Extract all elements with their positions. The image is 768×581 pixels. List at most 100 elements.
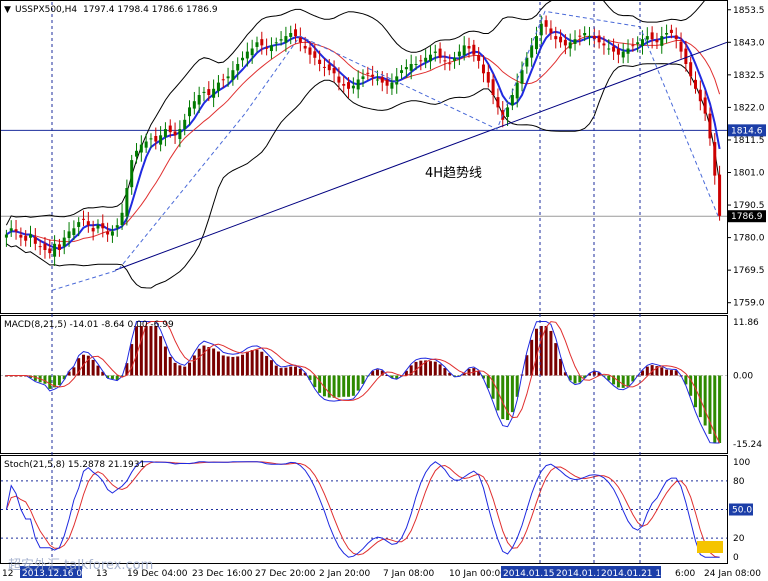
macd-histogram-bar [621,375,625,388]
candle-body [356,79,360,90]
candle-body [530,45,534,58]
trendline [115,41,728,271]
candle-body [583,33,587,36]
candle-body [284,36,288,43]
symbol-label: USSPX500,H4 [15,5,77,15]
candle-body [82,218,86,220]
macd-histogram-bar [91,359,95,376]
candle-body [718,174,722,216]
macd-tick-label: 11.86 [733,318,759,328]
candle-body [57,244,61,250]
candle-body [477,55,481,61]
candle-body [101,223,105,229]
macd-histogram-bar [645,366,649,376]
macd-histogram-bar [279,368,283,376]
chart-svg: 1853.5 1843.0 1832.5 1822.0 1811.5 1801.0 1790… [0,0,766,579]
macd-histogram-bar [236,356,240,376]
macd-histogram-bar [183,366,187,376]
stoch-tick-label: 0 [733,553,739,563]
macd-histogram-bar [274,365,278,376]
candle-body [289,33,293,37]
macd-histogram-bar [188,362,192,376]
candle-body [626,48,630,54]
candle-body [197,95,201,105]
time-axis-label: 6:00 [675,569,695,579]
candle-body [496,97,500,108]
candle-body [347,82,351,89]
candle-body [163,129,167,137]
macd-histogram-bar [202,345,206,376]
candle-body [390,82,394,89]
macd-histogram-bar [241,354,245,376]
macd-histogram-bar [260,351,264,376]
macd-histogram-bar [265,355,269,376]
chart-root: 1853.5 1843.0 1832.5 1822.0 1811.5 1801.0 1790… [0,0,768,581]
macd-histogram-bar [347,375,351,397]
candle-body [149,138,153,140]
red-moving-average-line [6,35,721,243]
candle-body [400,70,404,73]
candle-body [409,64,413,71]
candle-body [77,222,81,227]
macd-histogram-bar [443,368,447,376]
candle-body [130,160,134,188]
candle-body [43,243,47,250]
candle-body [62,237,66,247]
macd-histogram-bar [549,330,553,376]
candle-body [462,45,466,56]
macd-histogram-bar [163,346,167,376]
candle-body [159,135,163,145]
candle-body [327,64,331,71]
candle-body [322,66,326,68]
candle-body [9,228,13,231]
candle-body [380,77,384,83]
stoch-title: Stoch(21,5,8) 15.2878 21.1931 [4,460,145,470]
candle-body [274,42,278,44]
candle-body [506,107,510,117]
bollinger-upper-line [5,0,706,226]
time-axis-label: 23 Dec 16:00 [192,569,253,579]
candle-body [708,113,712,139]
macd-histogram-bar [110,375,114,379]
macd-histogram-bar [660,367,664,376]
candle-body [453,57,457,61]
candle-body [375,79,379,81]
candle-body [481,64,485,74]
candle-body [236,64,240,71]
candle-body [684,48,688,64]
price-tick-label: 1822.0 [733,103,765,113]
candle-body [665,33,669,35]
watermark: 超安外汇 talkforex.com [8,558,153,573]
candle-body [616,48,620,55]
time-axis-label: 7 Jan 08:00 [383,569,435,579]
price-tick-label: 1843.0 [733,38,765,48]
candle-body [563,39,567,46]
macd-histogram-bar [269,360,273,376]
macd-histogram-bar [332,375,336,398]
candle-body [255,42,259,47]
candle-body [351,85,355,89]
dropdown-triangle-icon[interactable]: ▼ [4,5,11,15]
price-tick-label: 1811.5 [733,136,765,146]
candle-body [674,35,678,40]
candle-body [96,225,100,229]
candle-body [602,43,606,46]
macd-histogram-bar [318,375,322,393]
candle-body [597,35,601,43]
macd-histogram-bar [298,368,302,376]
candle-body [72,228,76,236]
candle-body [549,28,553,33]
stoch-current-marker [697,541,723,553]
macd-histogram-bar [665,369,669,376]
candle-body [472,44,476,55]
candle-body [491,79,495,95]
candle-body [621,51,625,58]
candle-body [520,70,524,84]
candle-body [443,60,447,62]
macd-histogram-bar [57,375,61,386]
macd-histogram-bar [501,375,505,420]
time-axis-label: 2014.01.21 12:00 [601,569,682,579]
macd-histogram-bar [351,375,355,396]
macd-histogram-bar [544,326,548,376]
candle-body [303,45,307,49]
